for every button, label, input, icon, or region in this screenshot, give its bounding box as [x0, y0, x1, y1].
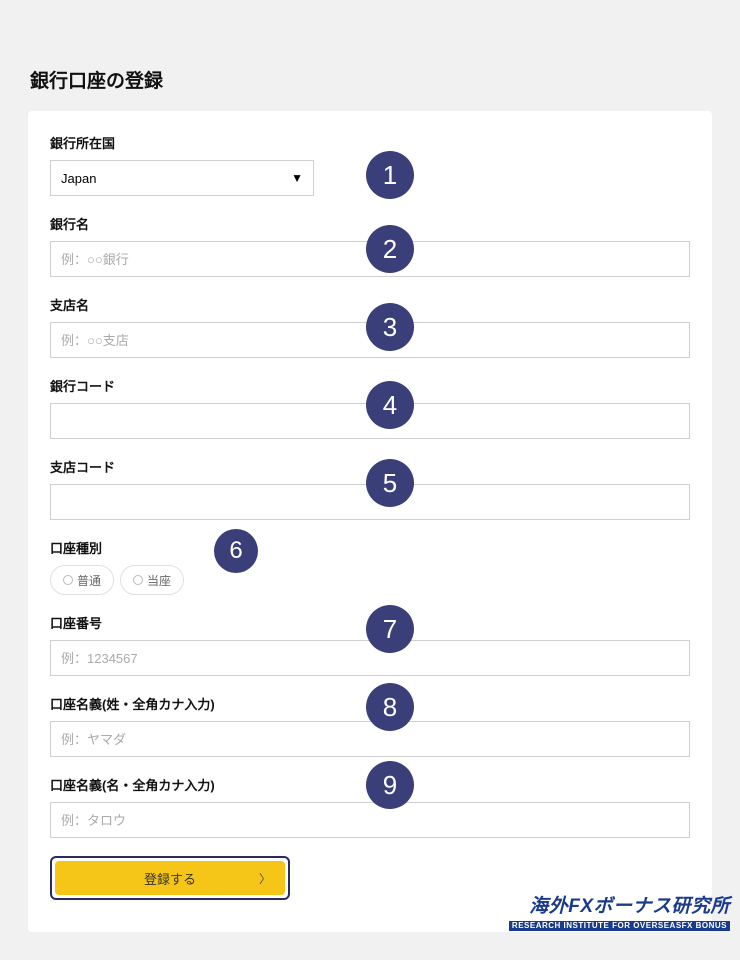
label-branch-name: 支店名 [50, 295, 690, 314]
footer-brand: 海外FXボーナス研究所 RESEARCH INSTITUTE FOR OVERS… [509, 897, 730, 932]
label-bank-code: 銀行コード [50, 376, 690, 395]
input-branch-code[interactable] [50, 484, 690, 520]
submit-button[interactable]: 登録する 〉 [55, 861, 285, 895]
label-account-type: 口座種別 [50, 538, 690, 557]
radio-futsuu[interactable]: 普通 [50, 565, 114, 595]
submit-outline: 登録する 〉 [50, 856, 290, 900]
label-branch-code: 支店コード [50, 457, 690, 476]
submit-label: 登録する [144, 869, 196, 888]
dropdown-caret-icon: ▼ [291, 171, 303, 185]
input-account-number[interactable] [50, 640, 690, 676]
input-branch-name[interactable] [50, 322, 690, 358]
footer-brand-sub: RESEARCH INSTITUTE FOR OVERSEASFX BONUS [509, 921, 730, 931]
input-bank-code[interactable] [50, 403, 690, 439]
label-holder-first: 口座名義(名・全角カナ入力) [50, 775, 690, 794]
radio-futsuu-label: 普通 [77, 572, 101, 589]
radio-touza[interactable]: 当座 [120, 565, 184, 595]
footer-brand-main: 海外FXボーナス研究所 [509, 897, 730, 916]
radio-dot-icon [63, 575, 73, 585]
input-holder-first[interactable] [50, 802, 690, 838]
label-holder-last: 口座名義(姓・全角カナ入力) [50, 694, 690, 713]
radio-dot-icon [133, 575, 143, 585]
page-title: 銀行口座の登録 [30, 66, 712, 93]
form-card: 銀行所在国 Japan ▼ 銀行名 支店名 銀行コード 支店コード 口座種別 普… [28, 111, 712, 932]
select-country-value: Japan [61, 171, 96, 186]
label-account-number: 口座番号 [50, 613, 690, 632]
input-bank-name[interactable] [50, 241, 690, 277]
radio-group-account-type: 普通 当座 [50, 565, 690, 595]
label-country: 銀行所在国 [50, 133, 690, 152]
step-badge-1: 1 [366, 151, 414, 199]
chevron-right-icon: 〉 [259, 870, 271, 887]
select-country[interactable]: Japan ▼ [50, 160, 314, 196]
label-bank-name: 銀行名 [50, 214, 690, 233]
input-holder-last[interactable] [50, 721, 690, 757]
radio-touza-label: 当座 [147, 572, 171, 589]
